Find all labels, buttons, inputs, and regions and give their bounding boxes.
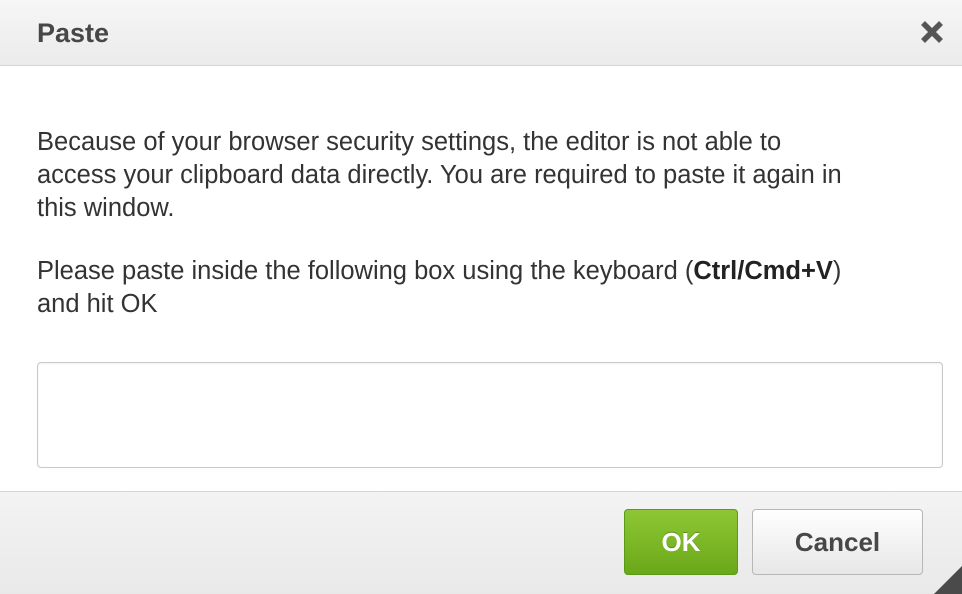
dialog-titlebar[interactable]: Paste [0, 0, 962, 66]
paste-dialog: Paste Because of your browser security s… [0, 0, 962, 594]
security-message: Because of your browser security setting… [37, 128, 842, 222]
paste-input-box[interactable] [37, 362, 943, 468]
close-button[interactable] [914, 14, 950, 50]
keyboard-shortcut: Ctrl/Cmd+V [693, 257, 833, 285]
close-icon [921, 21, 943, 43]
resize-grip-icon[interactable] [928, 560, 962, 594]
dialog-title: Paste [37, 18, 110, 48]
paste-instruction: Please paste inside the following box us… [37, 255, 867, 321]
instruction-prefix: Please paste inside the following box us… [37, 257, 694, 285]
ok-button[interactable]: OK [624, 509, 738, 575]
cancel-button[interactable]: Cancel [752, 509, 923, 575]
dialog-content: Because of your browser security setting… [37, 126, 917, 321]
dialog-footer: OK Cancel [0, 491, 962, 594]
